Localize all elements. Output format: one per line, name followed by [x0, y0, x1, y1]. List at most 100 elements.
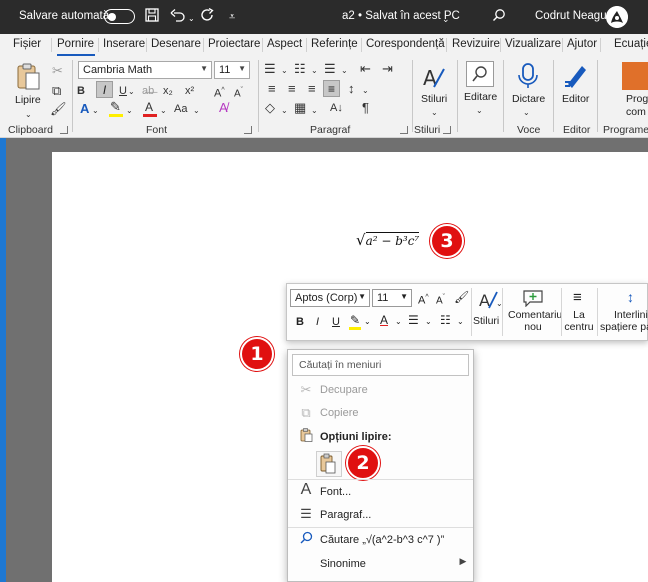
menu-search-input[interactable]: Căutați în meniuri: [292, 354, 469, 376]
text-effects-dropdown-icon[interactable]: ⌄: [92, 104, 99, 118]
programs-label-1[interactable]: Progr: [626, 93, 648, 105]
text-effects-icon[interactable]: A: [80, 102, 89, 116]
mini-styles-icon[interactable]: A ⌄: [477, 288, 503, 310]
change-case-dropdown-icon[interactable]: ⌄: [193, 104, 200, 118]
font-size-dropdown[interactable]: 11 ▼: [214, 61, 250, 79]
tab-mailings[interactable]: Corespondență: [366, 38, 445, 50]
mini-bold-button[interactable]: B: [296, 314, 304, 330]
autosave-toggle[interactable]: [104, 9, 135, 24]
decrease-indent-icon[interactable]: ⇤: [360, 62, 371, 76]
align-right-icon[interactable]: ≡: [308, 82, 316, 96]
mini-bullets-icon[interactable]: ☰: [408, 312, 419, 328]
mini-highlight-icon[interactable]: ✎: [350, 312, 360, 328]
mini-italic-button[interactable]: I: [316, 314, 319, 330]
paste-keep-source-button[interactable]: [316, 451, 342, 477]
equation[interactable]: √a² − b³c⁷: [356, 231, 420, 249]
mini-font-name-dropdown[interactable]: Aptos (Corp) ▼: [290, 289, 370, 307]
editor-icon[interactable]: [562, 62, 592, 92]
mini-grow-font-icon[interactable]: A^: [418, 290, 429, 309]
new-comment-icon[interactable]: [522, 289, 544, 308]
menu-item-font[interactable]: Font...: [320, 486, 351, 498]
superscript-icon[interactable]: x²: [185, 84, 194, 98]
bullets-icon[interactable]: ☰: [264, 62, 276, 76]
avatar[interactable]: [606, 6, 628, 28]
font-name-dropdown[interactable]: Cambria Math ▼: [78, 61, 212, 79]
styles-label[interactable]: Stiluri: [421, 93, 447, 105]
editing-label[interactable]: Editare: [464, 91, 497, 103]
spacing-label-2[interactable]: spațiere pa: [600, 321, 648, 333]
align-left-icon[interactable]: ≡: [268, 82, 276, 96]
save-icon[interactable]: [145, 8, 159, 26]
tab-help[interactable]: Ajutor: [567, 38, 597, 50]
line-spacing-icon[interactable]: ↕: [348, 82, 355, 96]
tab-home[interactable]: Pornire: [57, 38, 94, 50]
subscript-icon[interactable]: x₂: [163, 84, 173, 98]
dictate-label[interactable]: Dictare: [512, 93, 545, 105]
format-painter-icon[interactable]: 🖌: [50, 102, 67, 116]
clear-formatting-icon[interactable]: A̸: [219, 101, 228, 115]
mini-font-color-dropdown-icon[interactable]: ⌄: [395, 314, 402, 330]
tab-review[interactable]: Revizuire: [452, 38, 500, 50]
dictate-dropdown-icon[interactable]: ⌄: [523, 106, 530, 120]
mini-underline-button[interactable]: U: [332, 314, 340, 330]
change-case-icon[interactable]: Aa: [174, 102, 187, 116]
menu-item-cut[interactable]: Decupare: [320, 384, 368, 396]
shading-icon[interactable]: ◇: [265, 101, 275, 115]
new-comment-label-2[interactable]: nou: [508, 321, 558, 333]
shrink-font-icon[interactable]: Aˇ: [234, 84, 243, 101]
mini-font-color-icon[interactable]: A: [380, 312, 388, 328]
multilevel-list-icon[interactable]: ☰: [324, 62, 336, 76]
paste-dropdown-icon[interactable]: ⌄: [25, 108, 32, 122]
editing-icon[interactable]: [466, 61, 494, 87]
spacing-label-1[interactable]: Interlinii: [614, 309, 648, 321]
tab-file[interactable]: Fișier: [13, 38, 41, 50]
mini-highlight-dropdown-icon[interactable]: ⌄: [364, 314, 371, 330]
paste-label[interactable]: Lipire: [15, 94, 41, 106]
justify-icon[interactable]: ≡: [323, 80, 340, 97]
borders-icon[interactable]: ▦: [294, 101, 306, 115]
grow-font-icon[interactable]: A^: [214, 84, 225, 101]
tab-insert[interactable]: Inserare: [103, 38, 145, 50]
highlight-icon[interactable]: ✎: [110, 100, 121, 114]
mini-shrink-font-icon[interactable]: Aˇ: [436, 290, 445, 309]
bullets-dropdown-icon[interactable]: ⌄: [281, 64, 288, 78]
tab-references[interactable]: Referințe: [311, 38, 358, 50]
mini-font-size-dropdown[interactable]: 11 ▼: [372, 289, 412, 307]
borders-dropdown-icon[interactable]: ⌄: [311, 104, 318, 118]
font-dialog-launcher[interactable]: [244, 126, 252, 134]
numbering-dropdown-icon[interactable]: ⌄: [311, 64, 318, 78]
styles-dialog-launcher[interactable]: [443, 126, 451, 134]
mini-numbering-icon[interactable]: ☷: [440, 312, 451, 328]
redo-icon[interactable]: [201, 7, 215, 26]
new-comment-label-1[interactable]: Comentariu: [508, 309, 562, 321]
editing-dropdown-icon[interactable]: ⌄: [476, 104, 483, 118]
mini-numbering-dropdown-icon[interactable]: ⌄: [457, 314, 464, 330]
menu-item-copy[interactable]: Copiere: [320, 407, 359, 419]
microphone-icon[interactable]: [514, 62, 544, 92]
show-formatting-icon[interactable]: ¶: [362, 101, 369, 115]
line-spacing-icon[interactable]: ↕: [627, 289, 634, 305]
paste-icon[interactable]: [16, 62, 46, 92]
tab-view[interactable]: Vizualizare: [505, 38, 561, 50]
increase-indent-icon[interactable]: ⇥: [382, 62, 393, 76]
bold-icon[interactable]: B: [77, 84, 85, 98]
undo-icon[interactable]: [170, 8, 186, 26]
menu-item-search[interactable]: Căutare „√(a^2-b^3 c^7 )”: [320, 534, 444, 546]
mini-bullets-dropdown-icon[interactable]: ⌄: [425, 314, 432, 330]
copy-icon[interactable]: ⧉: [52, 84, 61, 98]
highlight-dropdown-icon[interactable]: ⌄: [126, 104, 133, 118]
center-label-2[interactable]: centru: [564, 321, 594, 333]
programs-label-2[interactable]: com: [626, 106, 646, 118]
center-label-1[interactable]: La: [564, 309, 594, 321]
menu-item-paragraph[interactable]: Paragraf...: [320, 509, 371, 521]
align-center-icon[interactable]: ≡: [288, 82, 296, 96]
cut-icon[interactable]: ✂: [52, 64, 63, 78]
center-align-icon[interactable]: ≡: [573, 290, 582, 306]
tab-layout[interactable]: Aspect: [267, 38, 302, 50]
programs-icon[interactable]: [622, 62, 648, 90]
user-name[interactable]: Codrut Neagu: [535, 10, 607, 22]
numbering-icon[interactable]: ☷: [294, 62, 306, 76]
underline-dropdown-icon[interactable]: ⌄: [128, 85, 135, 99]
tab-design[interactable]: Proiectare: [208, 38, 260, 50]
menu-item-synonyms[interactable]: Sinonime: [320, 558, 366, 570]
